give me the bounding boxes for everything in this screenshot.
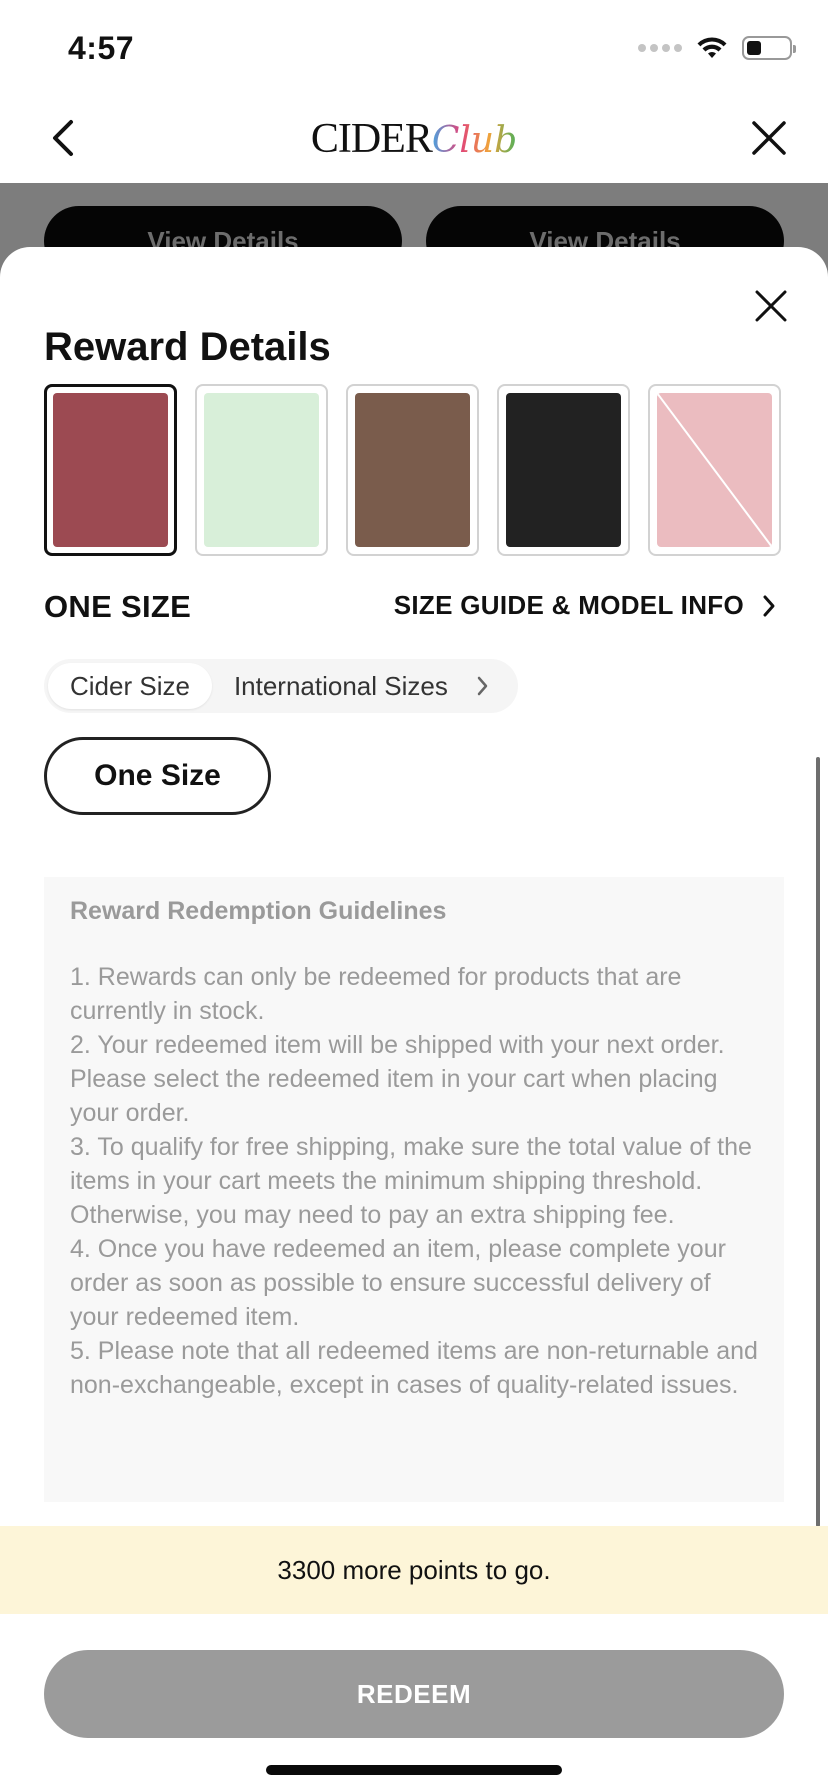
home-indicator[interactable] [266,1765,562,1775]
status-indicators [638,36,796,60]
close-sheet-button[interactable] [754,289,788,323]
swatch-color [53,393,168,547]
unavailable-strike-icon [657,393,772,547]
size-guide-link[interactable]: SIZE GUIDE & MODEL INFO [394,590,776,621]
sheet-title: Reward Details [44,325,331,369]
chevron-right-icon[interactable] [476,676,496,696]
tab-cider-size[interactable]: Cider Size [48,663,212,709]
close-icon [752,121,786,155]
guideline-item: 3. To qualify for free shipping, make su… [70,1133,752,1229]
status-time: 4:57 [68,30,135,66]
color-swatch[interactable] [195,384,328,556]
color-swatch[interactable] [44,384,177,556]
color-swatch[interactable] [346,384,479,556]
cider-club-logo: CIDERClub [0,115,828,163]
guideline-item: 1. Rewards can only be redeemed for prod… [70,963,682,1025]
selected-size-label: ONE SIZE [44,589,192,624]
status-bar: 4:57 [0,0,828,95]
close-page-button[interactable] [746,115,792,161]
swatch-color [657,393,772,547]
color-swatch-unavailable[interactable] [648,384,781,556]
battery-icon [742,36,796,60]
points-remaining-banner: 3300 more points to go. [0,1526,828,1614]
redeem-button[interactable]: REDEEM [44,1650,784,1738]
guidelines-title: Reward Redemption Guidelines [70,897,447,925]
tab-international-sizes[interactable]: International Sizes [212,663,470,709]
redemption-guidelines: Reward Redemption Guidelines 1. Rewards … [44,877,784,1502]
chevron-right-icon [763,595,775,616]
scrollbar[interactable] [816,757,820,1527]
swatch-color [204,393,319,547]
swatch-color [355,393,470,547]
guideline-item: 5. Please note that all redeemed items a… [70,1337,758,1399]
color-swatch[interactable] [497,384,630,556]
brand-suffix: Club [431,120,518,161]
swatch-color [506,393,621,547]
cellular-signal-icon [638,44,682,52]
guideline-item: 2. Your redeemed item will be shipped wi… [70,1031,725,1127]
close-icon [755,290,787,322]
size-system-tabs: Cider Size International Sizes [44,659,518,713]
brand-name: CIDER [310,116,433,162]
top-nav: CIDERClub [0,95,828,183]
size-guide-label: SIZE GUIDE & MODEL INFO [393,590,744,620]
wifi-icon [697,37,727,58]
guideline-item: 4. Once you have redeemed an item, pleas… [70,1235,726,1331]
size-option-one-size[interactable]: One Size [44,737,271,815]
color-swatches [44,384,781,556]
